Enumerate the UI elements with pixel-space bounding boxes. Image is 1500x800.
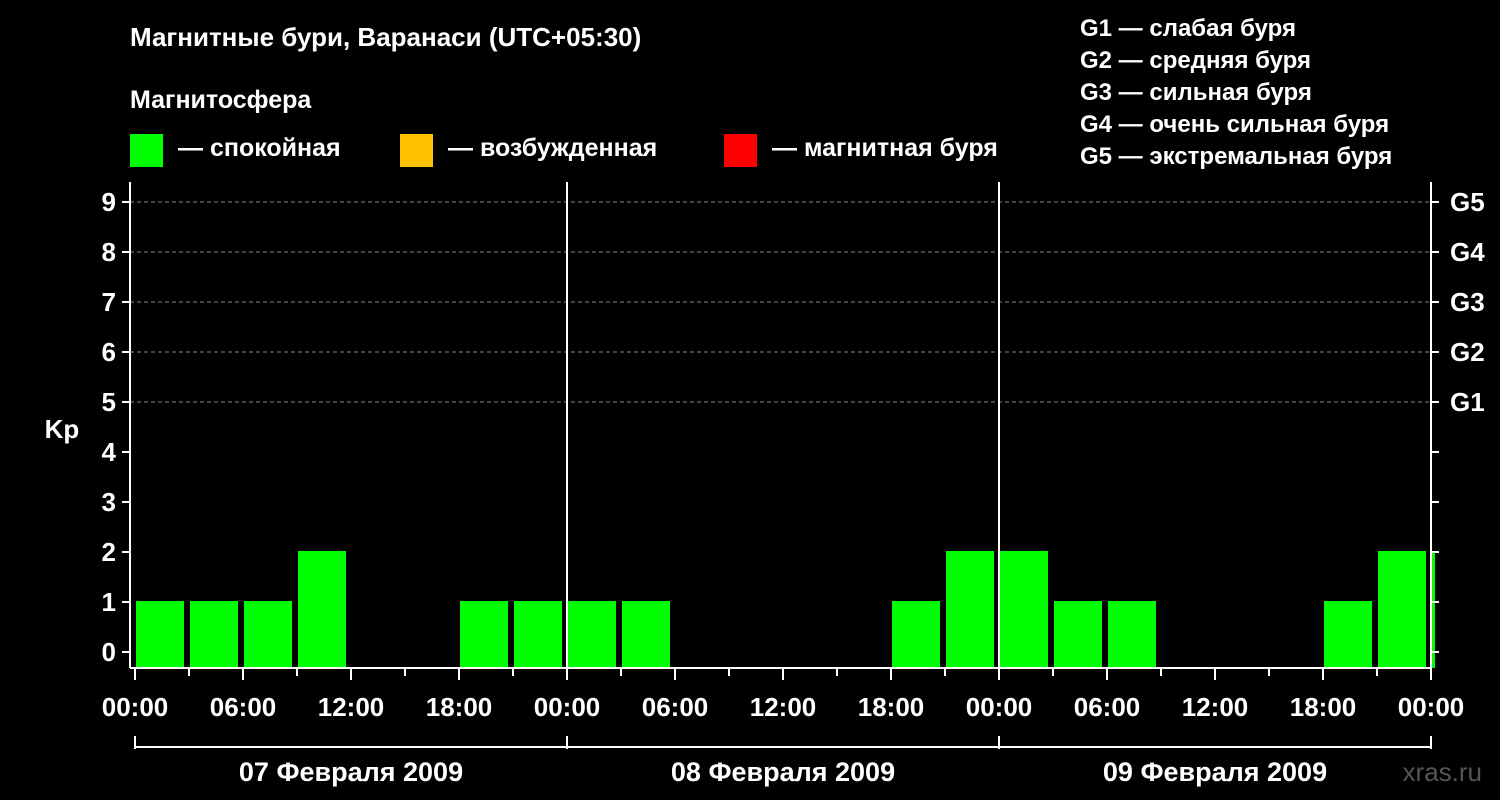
g-scale-label: G1 (1450, 387, 1485, 417)
y-tick-label: 8 (102, 237, 116, 267)
x-tick-label: 18:00 (426, 692, 493, 722)
y-tick-label: 9 (102, 187, 116, 217)
day-label: 08 Февраля 2009 (671, 757, 895, 787)
kp-bar (1432, 551, 1435, 668)
x-tick-label: 06:00 (210, 692, 277, 722)
g-scale-label: G3 (1450, 287, 1485, 317)
x-tick-label: 06:00 (1074, 692, 1141, 722)
g-scale-label: G5 (1450, 187, 1485, 217)
y-tick-label: 1 (102, 587, 116, 617)
kp-bar (622, 601, 670, 668)
kp-bar (190, 601, 238, 668)
x-tick-label: 00:00 (966, 692, 1033, 722)
kp-bar (1108, 601, 1156, 668)
grid-lines (130, 201, 1431, 403)
x-tick-label: 18:00 (1290, 692, 1357, 722)
x-tick-label: 18:00 (858, 692, 925, 722)
g-scale-label: G4 (1450, 237, 1485, 267)
x-tick-label: 06:00 (642, 692, 709, 722)
kp-bar (244, 601, 292, 668)
kp-bar (568, 601, 616, 668)
x-tick-label: 12:00 (750, 692, 817, 722)
y-axis-label: Kp (45, 414, 80, 444)
kp-bar (1324, 601, 1372, 668)
axis-labels: 0 1 2 3 4 5 6 7 8 9 G1 G2 G3 G4 G5 00:00 06:00 12:00 18:00… (102, 187, 1486, 787)
day-label: 09 Февраля 2009 (1103, 757, 1327, 787)
kp-bar (136, 601, 184, 668)
watermark: xras.ru (1403, 757, 1482, 787)
y-tick-label: 6 (102, 337, 116, 367)
x-tick-label: 00:00 (534, 692, 601, 722)
kp-bar (1000, 551, 1048, 668)
y-tick-label: 4 (102, 437, 117, 467)
kp-bar (892, 601, 940, 668)
y-tick-label: 5 (102, 387, 116, 417)
kp-bar (298, 551, 346, 668)
g-scale-label: G2 (1450, 337, 1485, 367)
kp-bar (460, 601, 508, 668)
x-tick-label: 00:00 (102, 692, 169, 722)
x-tick-label: 12:00 (318, 692, 385, 722)
y-tick-label: 0 (102, 637, 116, 667)
kp-bar (1378, 551, 1426, 668)
day-label: 07 Февраля 2009 (239, 757, 463, 787)
kp-bars (136, 551, 1435, 668)
y-tick-label: 3 (102, 487, 116, 517)
y-tick-label: 7 (102, 287, 116, 317)
y-tick-label: 2 (102, 537, 116, 567)
kp-chart: 0 1 2 3 4 5 6 7 8 9 G1 G2 G3 G4 G5 00:00 06:00 12:00 18:00… (45, 182, 1486, 787)
kp-bar (514, 601, 562, 668)
x-tick-label: 12:00 (1182, 692, 1249, 722)
kp-bar (1054, 601, 1102, 668)
x-tick-label: 00:00 (1398, 692, 1465, 722)
kp-bar (946, 551, 994, 668)
